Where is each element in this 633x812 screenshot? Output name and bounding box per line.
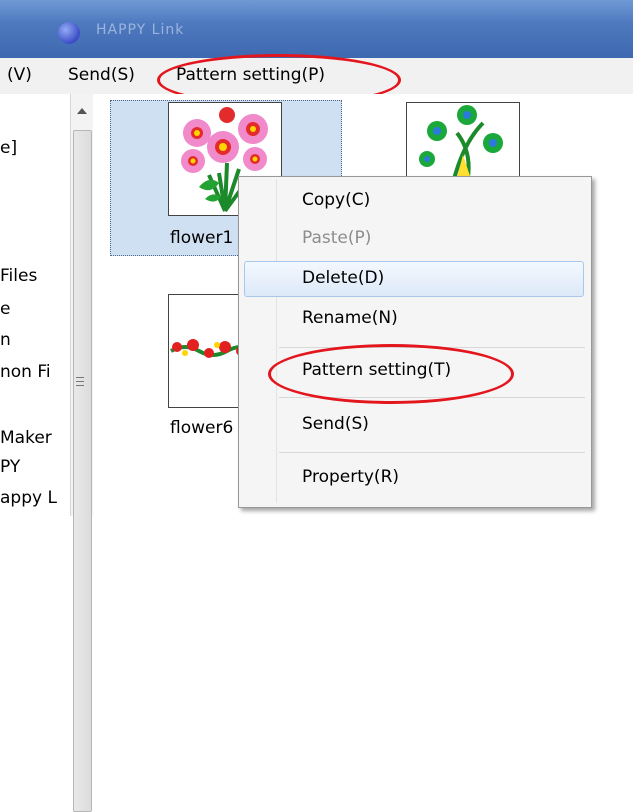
- tree-item[interactable]: Files: [0, 266, 37, 286]
- scroll-grip-icon: [76, 381, 84, 382]
- scrollbar-thumb[interactable]: [73, 130, 92, 812]
- tree-item[interactable]: appy L: [0, 488, 57, 508]
- tree-item[interactable]: non Fi: [0, 362, 51, 382]
- menu-item-rename[interactable]: Rename(N): [302, 308, 398, 328]
- window-title: HAPPY Link: [96, 22, 185, 38]
- menu-view[interactable]: (V): [7, 65, 32, 85]
- tree-item[interactable]: Maker: [0, 428, 52, 448]
- scroll-up-arrow-icon[interactable]: [77, 108, 87, 114]
- tree-item[interactable]: e]: [0, 138, 17, 158]
- menu-separator: [279, 347, 585, 348]
- menu-hover-highlight: [244, 261, 584, 297]
- menu-item-paste[interactable]: Paste(P): [302, 228, 371, 248]
- menu-item-copy[interactable]: Copy(C): [302, 190, 370, 210]
- menu-bar: (V) Send(S) Pattern setting(P): [0, 58, 633, 95]
- menu-separator: [279, 452, 585, 453]
- context-menu: Copy(C) Paste(P) Delete(D) Rename(N) Pat…: [238, 176, 592, 508]
- tree-scrollbar[interactable]: [70, 94, 94, 812]
- menu-separator: [279, 397, 585, 398]
- menu-send[interactable]: Send(S): [68, 65, 135, 85]
- scroll-grip-icon: [76, 385, 84, 386]
- menu-item-property[interactable]: Property(R): [302, 467, 399, 487]
- app-icon: [58, 22, 80, 44]
- folder-tree-panel: e] Files e n non Fi Maker PY appy L: [0, 94, 70, 516]
- thumbnail-caption[interactable]: flower6: [170, 418, 233, 438]
- scroll-grip-icon: [76, 377, 84, 378]
- flower-pattern-icon: [419, 105, 503, 185]
- tree-item[interactable]: e: [0, 299, 10, 319]
- tree-item[interactable]: n: [0, 330, 11, 350]
- window-titlebar: HAPPY Link: [0, 0, 633, 58]
- menu-item-delete[interactable]: Delete(D): [302, 268, 384, 288]
- thumbnail-caption[interactable]: flower1: [170, 228, 233, 248]
- menu-pattern-setting[interactable]: Pattern setting(P): [176, 65, 325, 85]
- menu-gutter-divider: [276, 179, 277, 503]
- menu-item-pattern-setting[interactable]: Pattern setting(T): [302, 360, 451, 380]
- tree-item[interactable]: PY: [0, 457, 20, 477]
- menu-item-send[interactable]: Send(S): [302, 414, 369, 434]
